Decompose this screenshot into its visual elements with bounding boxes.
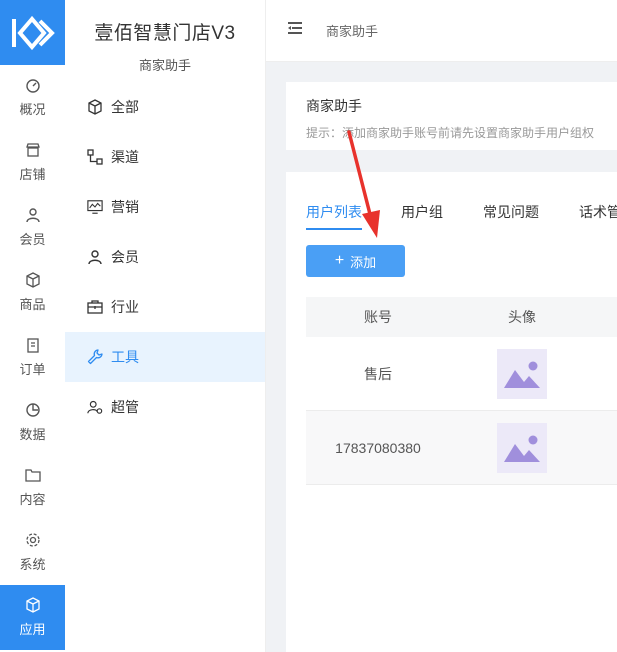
user-icon	[25, 207, 41, 223]
rail-item-label: 概况	[19, 102, 46, 117]
cube-icon	[25, 597, 41, 613]
menu-item-5[interactable]: 工具	[65, 332, 265, 382]
avatar-cell	[450, 348, 594, 399]
channel-icon	[87, 149, 103, 165]
menu-item-3[interactable]: 会员	[65, 232, 265, 282]
rail-item-label: 订单	[19, 362, 46, 377]
image-placeholder-icon	[497, 348, 547, 399]
icon-rail: 概况店铺会员商品订单数据内容系统应用	[0, 0, 65, 652]
menu-item-6[interactable]: 超管	[65, 382, 265, 432]
rail-item-5[interactable]: 数据	[0, 390, 65, 455]
rail-item-2[interactable]: 会员	[0, 195, 65, 260]
briefcase-icon	[87, 299, 103, 315]
menu-item-label: 会员	[111, 249, 139, 265]
app-subtitle: 商家助手	[138, 58, 191, 73]
rail-item-label: 会员	[19, 232, 46, 247]
account-cell: 17837080380	[335, 439, 421, 456]
app-logo[interactable]	[0, 0, 65, 65]
menu-item-label: 工具	[111, 349, 139, 365]
menu-toggle-icon[interactable]	[288, 21, 304, 40]
cube-icon	[87, 99, 103, 115]
add-button-label: 添加	[350, 254, 377, 270]
monitor-chart-icon	[87, 199, 103, 215]
account-cell: 售后	[364, 365, 392, 382]
breadcrumb[interactable]: 商家助手	[326, 21, 378, 40]
rail-item-0[interactable]: 概况	[0, 65, 65, 130]
menu-item-label: 全部	[111, 99, 139, 115]
rail-item-label: 商品	[19, 297, 46, 312]
gear-icon	[25, 532, 41, 548]
menu-item-label: 渠道	[111, 149, 139, 165]
store-icon	[25, 142, 41, 158]
rail-item-8[interactable]: 应用	[0, 585, 65, 650]
dashboard-icon	[25, 77, 41, 93]
box-icon	[25, 272, 41, 288]
rail-item-7[interactable]: 系统	[0, 520, 65, 585]
menu-item-label: 营销	[111, 199, 139, 215]
menu-item-0[interactable]: 全部	[65, 82, 265, 132]
tab-faq[interactable]: 常见问题	[483, 202, 539, 222]
folder-icon	[24, 467, 41, 483]
tab-user-group[interactable]: 用户组	[401, 202, 443, 222]
avatar-cell	[450, 422, 594, 473]
rail-item-1[interactable]: 店铺	[0, 130, 65, 195]
app-name: 壹佰智慧门店V3	[94, 23, 236, 44]
column-header-account: 账号	[364, 309, 392, 325]
user-list-card: 用户列表 用户组 常见问题 话术管 + 添加 账号 头像 售后 17837080…	[286, 172, 617, 652]
menu-item-4[interactable]: 行业	[65, 282, 265, 332]
rail-item-label: 内容	[19, 492, 46, 507]
tip-text: 提示：添加商家助手账号前请先设置商家助手用户组权	[306, 126, 595, 140]
rail-item-4[interactable]: 订单	[0, 325, 65, 390]
rail-item-label: 应用	[19, 622, 46, 637]
page-title: 商家助手	[306, 98, 362, 114]
wrench-icon	[87, 349, 103, 365]
rail-item-6[interactable]: 内容	[0, 455, 65, 520]
plus-icon: +	[334, 252, 345, 269]
table-row[interactable]: 售后	[306, 337, 617, 411]
menu-item-label: 行业	[111, 299, 139, 315]
rail-item-label: 系统	[19, 557, 46, 572]
table-row[interactable]: 17837080380	[306, 411, 617, 485]
rail-item-label: 店铺	[19, 167, 46, 182]
rail-item-3[interactable]: 商品	[0, 260, 65, 325]
menu-item-label: 超管	[111, 399, 139, 415]
user-table: 账号 头像 售后 17837080380	[306, 297, 617, 485]
user-icon	[87, 249, 103, 265]
tab-user-list[interactable]: 用户列表	[306, 202, 362, 230]
table-header: 账号 头像	[306, 297, 617, 337]
menu-item-1[interactable]: 渠道	[65, 132, 265, 182]
menu-item-2[interactable]: 营销	[65, 182, 265, 232]
brand: 壹佰智慧门店V3 商家助手	[65, 0, 265, 82]
rail-item-label: 数据	[19, 427, 46, 442]
column-header-avatar: 头像	[508, 309, 536, 325]
clipboard-icon	[25, 337, 41, 353]
pie-icon	[25, 402, 41, 418]
image-placeholder-icon	[497, 422, 547, 473]
secondary-sidebar: 壹佰智慧门店V3 商家助手 全部渠道营销会员行业工具超管	[65, 0, 266, 652]
tab-bar: 用户列表 用户组 常见问题 话术管	[306, 202, 617, 230]
top-header: 商家助手	[266, 0, 617, 62]
tab-scripts[interactable]: 话术管	[579, 202, 617, 222]
logo-icon	[11, 15, 55, 50]
admin-user-icon	[87, 399, 103, 415]
intro-card: 商家助手 提示：添加商家助手账号前请先设置商家助手用户组权	[286, 82, 617, 150]
add-button[interactable]: + 添加	[306, 245, 405, 277]
